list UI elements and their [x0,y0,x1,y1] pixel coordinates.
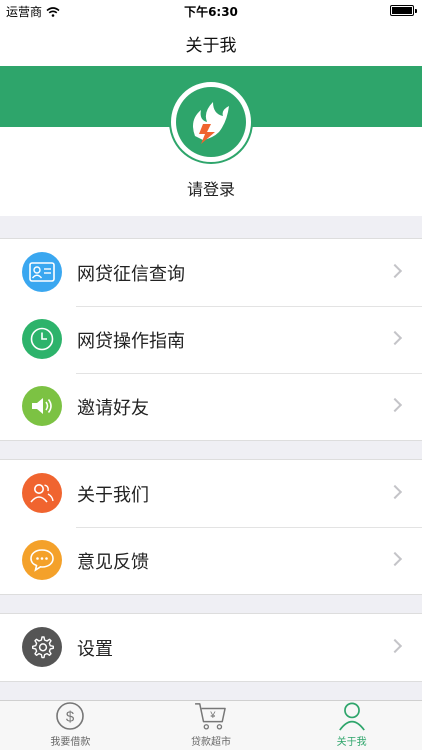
menu-item-credit-query[interactable]: 网贷征信查询 [0,239,422,306]
clock-icon [22,319,62,359]
tab-label: 贷款超市 [191,737,231,748]
chevron-right-icon [387,330,403,346]
status-time: 下午6:30 [184,5,238,19]
chevron-right-icon [387,551,403,567]
tab-label: 关于我 [336,737,367,748]
chat-icon [22,540,62,580]
page-title: 关于我 [185,35,237,56]
chevron-right-icon [387,484,403,500]
tab-bar: $ 我要借款 ¥ 贷款超市 关于我 [0,700,422,750]
person-icon [338,702,365,731]
svg-text:¥: ¥ [209,710,216,720]
id-card-icon [22,252,62,292]
battery-icon [390,5,417,16]
menu-item-invite[interactable]: 邀请好友 [0,373,422,440]
gear-icon [22,627,62,667]
avatar[interactable] [169,80,253,164]
tab-about-me[interactable]: 关于我 [281,701,422,750]
menu-item-about-us[interactable]: 关于我们 [0,460,422,527]
menu-item-label: 网贷操作指南 [77,331,185,352]
menu-item-feedback[interactable]: 意见反馈 [0,527,422,594]
speaker-icon [22,386,62,426]
cart-icon: ¥ [195,703,226,730]
svg-text:$: $ [66,709,75,726]
tab-label: 我要借款 [50,737,91,748]
status-bar: 运营商 下午6:30 [0,0,422,20]
menu-item-label: 关于我们 [77,485,149,506]
chevron-right-icon [387,638,403,654]
logo-icon [176,87,246,157]
menu-group-2: 关于我们 意见反馈 [0,459,422,595]
nav-bar: 关于我 [0,20,422,66]
menu-item-settings[interactable]: 设置 [0,614,422,681]
users-icon [22,473,62,513]
menu-item-label: 设置 [77,639,113,660]
menu-item-label: 网贷征信查询 [77,264,185,285]
menu-group-1: 网贷征信查询 网贷操作指南 邀请好友 [0,238,422,441]
menu-item-guide[interactable]: 网贷操作指南 [0,306,422,373]
chevron-right-icon [387,263,403,279]
chevron-right-icon [387,397,403,413]
tab-loan-market[interactable]: ¥ 贷款超市 [141,701,282,750]
menu-item-label: 意见反馈 [77,552,149,573]
login-prompt[interactable]: 请登录 [0,176,422,200]
menu-item-label: 邀请好友 [77,398,149,419]
dollar-circle-icon: $ [56,702,85,730]
menu-group-3: 设置 [0,613,422,682]
tab-borrow[interactable]: $ 我要借款 [0,701,141,750]
